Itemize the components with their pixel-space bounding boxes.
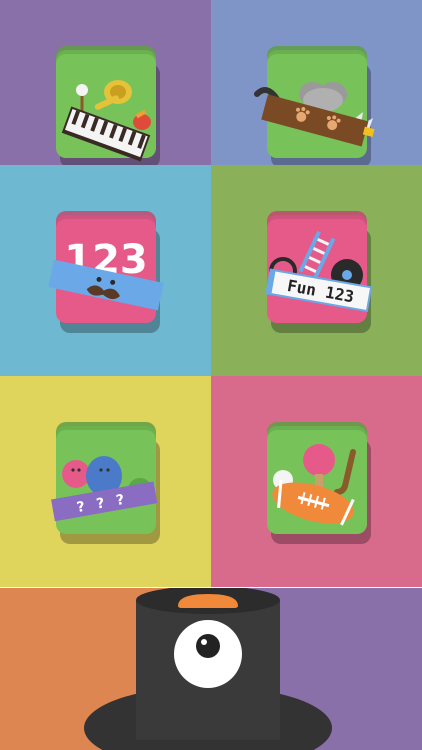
cell-fun123: Fun 123 xyxy=(211,165,422,376)
animal-box-icon xyxy=(253,81,375,146)
bottom-bar xyxy=(0,588,422,750)
music-category-tile[interactable] xyxy=(55,45,160,168)
cell-sports xyxy=(211,376,422,587)
fun123-category-tile[interactable]: Fun 123 xyxy=(264,210,372,333)
music-instruments-icon xyxy=(61,79,151,162)
animals-category-tile[interactable] xyxy=(253,45,375,168)
number-mustache-icon: 123 xyxy=(47,237,164,310)
color-blobs-icon: ? ? ? xyxy=(50,455,157,521)
numbers-category-tile[interactable]: 123 xyxy=(47,210,164,333)
sports-category-tile[interactable] xyxy=(266,421,371,544)
fun-123-icon: Fun 123 xyxy=(264,230,372,312)
colors-category-tile[interactable]: ? ? ? xyxy=(50,421,160,544)
top-hat-eye-mascot-icon[interactable] xyxy=(0,588,422,750)
sports-balls-icon xyxy=(271,443,356,526)
cell-numbers: 123 xyxy=(0,165,211,376)
cell-colors: ? ? ? xyxy=(0,376,211,587)
